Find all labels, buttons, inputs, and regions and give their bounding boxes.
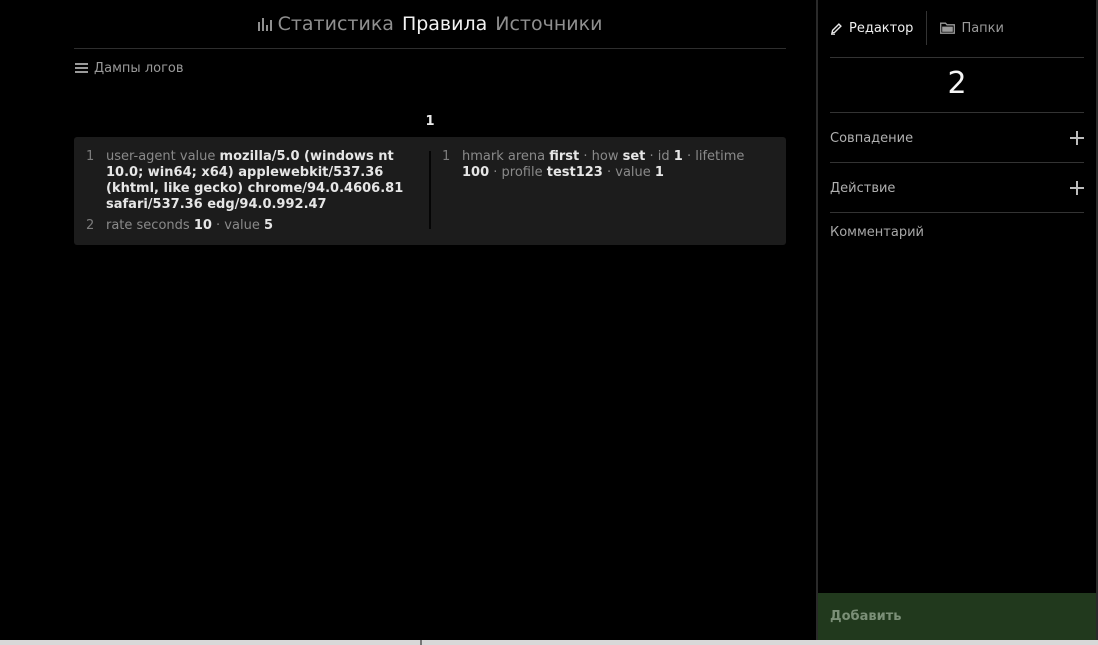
tab-sources-label: Источники <box>495 13 603 35</box>
action-value: 1 <box>654 165 664 180</box>
tab-statistics-label: Статистика <box>277 13 394 35</box>
tab-statistics[interactable]: Статистика <box>257 13 394 35</box>
condition-key: · value <box>211 218 264 233</box>
condition-text: rate seconds 10 · value 5 <box>106 218 273 234</box>
section-action: Действие <box>830 164 1084 212</box>
action-value: test123 <box>546 165 603 180</box>
tab-rules[interactable]: Правила <box>402 13 487 35</box>
rule-card[interactable]: 1 user-agent value mozilla/5.0 (windows n… <box>74 137 786 245</box>
divider <box>830 57 1084 58</box>
condition-row[interactable]: 1 user-agent value mozilla/5.0 (windows n… <box>86 149 430 213</box>
section-match: Совпадение <box>830 114 1084 162</box>
condition-number: 2 <box>86 218 95 233</box>
plus-icon[interactable] <box>1070 181 1084 195</box>
pencil-icon <box>831 22 842 35</box>
side-tabs: Редактор Папки <box>830 10 1086 46</box>
action-key: · value <box>602 165 655 180</box>
action-value: 1 <box>673 149 683 164</box>
action-key: · lifetime <box>682 149 745 164</box>
condition-value: 5 <box>263 218 273 233</box>
scrollbar[interactable] <box>0 640 1098 645</box>
tab-separator <box>926 11 928 45</box>
condition-key: user-agent value <box>106 149 220 164</box>
action-value: first <box>549 149 580 164</box>
action-key: · profile <box>489 165 547 180</box>
rule-number: 1 <box>425 114 435 129</box>
action-text: hmark arena first · how set · id 1 · lif… <box>462 149 766 181</box>
tab-editor-label: Редактор <box>849 20 914 36</box>
condition-text: user-agent value mozilla/5.0 (windows nt… <box>106 149 430 213</box>
action-key: hmark arena <box>462 149 550 164</box>
action-value: set <box>622 149 646 164</box>
list-icon <box>75 63 88 74</box>
action-number: 1 <box>442 149 451 164</box>
action-key: · id <box>645 149 674 164</box>
app-window: Статистика Правила Источники Дампы логов… <box>0 0 1098 645</box>
tab-folders-label: Папки <box>961 20 1004 36</box>
condition-value: 10 <box>193 218 212 233</box>
tab-sources[interactable]: Источники <box>495 13 602 35</box>
scrollbar-thumb[interactable] <box>420 640 422 645</box>
section-match-label: Совпадение <box>830 130 914 146</box>
divider <box>830 162 1084 163</box>
top-nav: Статистика Правила Источники <box>74 0 786 49</box>
section-action-label: Действие <box>830 180 896 196</box>
condition-row[interactable]: 2 rate seconds 10 · value 5 <box>86 218 430 234</box>
log-dumps-link[interactable]: Дампы логов <box>75 61 184 76</box>
folder-icon <box>940 22 956 34</box>
bar-chart-icon <box>257 17 272 31</box>
rule-actions: 1 hmark arena first · how set · id 1 · li… <box>430 137 786 245</box>
rule-id: 2 <box>947 66 967 101</box>
divider <box>830 112 1084 113</box>
condition-key: rate seconds <box>106 218 194 233</box>
tab-folders[interactable]: Папки <box>940 21 1004 36</box>
editor-panel: Редактор Папки 2 Совпадение Действие Ком… <box>816 0 1098 640</box>
condition-number: 1 <box>86 149 95 164</box>
comment-label[interactable]: Комментарий <box>830 225 924 240</box>
add-button[interactable]: Добавить <box>818 593 1096 640</box>
divider <box>830 212 1084 213</box>
tab-rules-label: Правила <box>401 13 488 35</box>
main-area: Статистика Правила Источники Дампы логов… <box>0 0 816 640</box>
action-value: 100 <box>462 165 490 180</box>
plus-icon[interactable] <box>1070 131 1084 145</box>
action-row[interactable]: 1 hmark arena first · how set · id 1 · li… <box>442 149 766 181</box>
rule-conditions: 1 user-agent value mozilla/5.0 (windows n… <box>74 137 430 245</box>
tab-editor[interactable]: Редактор <box>830 21 913 36</box>
action-key: · how <box>579 149 623 164</box>
log-dumps-label: Дампы логов <box>94 61 184 76</box>
